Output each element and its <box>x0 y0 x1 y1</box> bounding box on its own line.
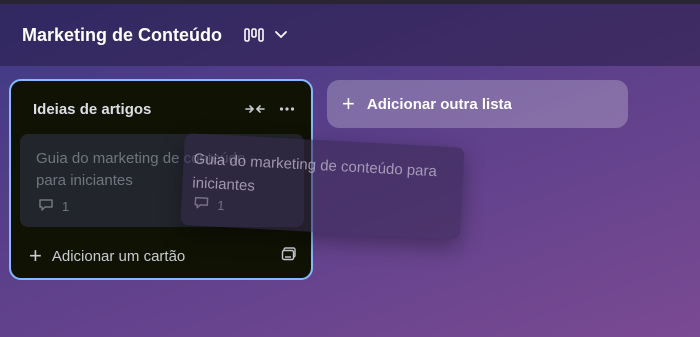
collapse-icon[interactable] <box>245 103 265 115</box>
card-comments: 1 <box>38 198 69 215</box>
dragged-card[interactable]: Guia do marketing de conteúdo para inici… <box>180 133 465 240</box>
board-header: Marketing de Conteúdo <box>0 4 700 66</box>
plus-icon: + <box>29 243 42 268</box>
add-list-label: Adicionar outra lista <box>366 95 512 113</box>
add-card-label: Adicionar um cartão <box>51 247 186 265</box>
comment-icon <box>38 198 54 215</box>
list-actions <box>245 103 295 115</box>
dragged-card-comments: 1 <box>193 196 225 215</box>
dragged-card-title: Guia do marketing de conteúdo para inici… <box>191 150 438 195</box>
list-title[interactable]: Ideias de artigos <box>33 101 151 118</box>
comment-count: 1 <box>62 199 70 214</box>
add-list-button[interactable]: + Adicionar outra lista <box>327 80 628 128</box>
board-view-icon[interactable] <box>244 28 264 42</box>
list-header: Ideias de artigos <box>33 99 295 119</box>
more-icon[interactable] <box>279 106 295 112</box>
dragged-comment-count: 1 <box>216 197 225 214</box>
comment-icon <box>193 196 210 214</box>
board-title[interactable]: Marketing de Conteúdo <box>22 25 222 46</box>
add-card-button[interactable]: + Adicionar um cartão <box>29 244 297 268</box>
board-view-switcher[interactable] <box>244 28 288 42</box>
chevron-down-icon[interactable] <box>274 30 288 40</box>
plus-icon: + <box>342 91 355 116</box>
card-template-icon[interactable] <box>281 246 297 266</box>
